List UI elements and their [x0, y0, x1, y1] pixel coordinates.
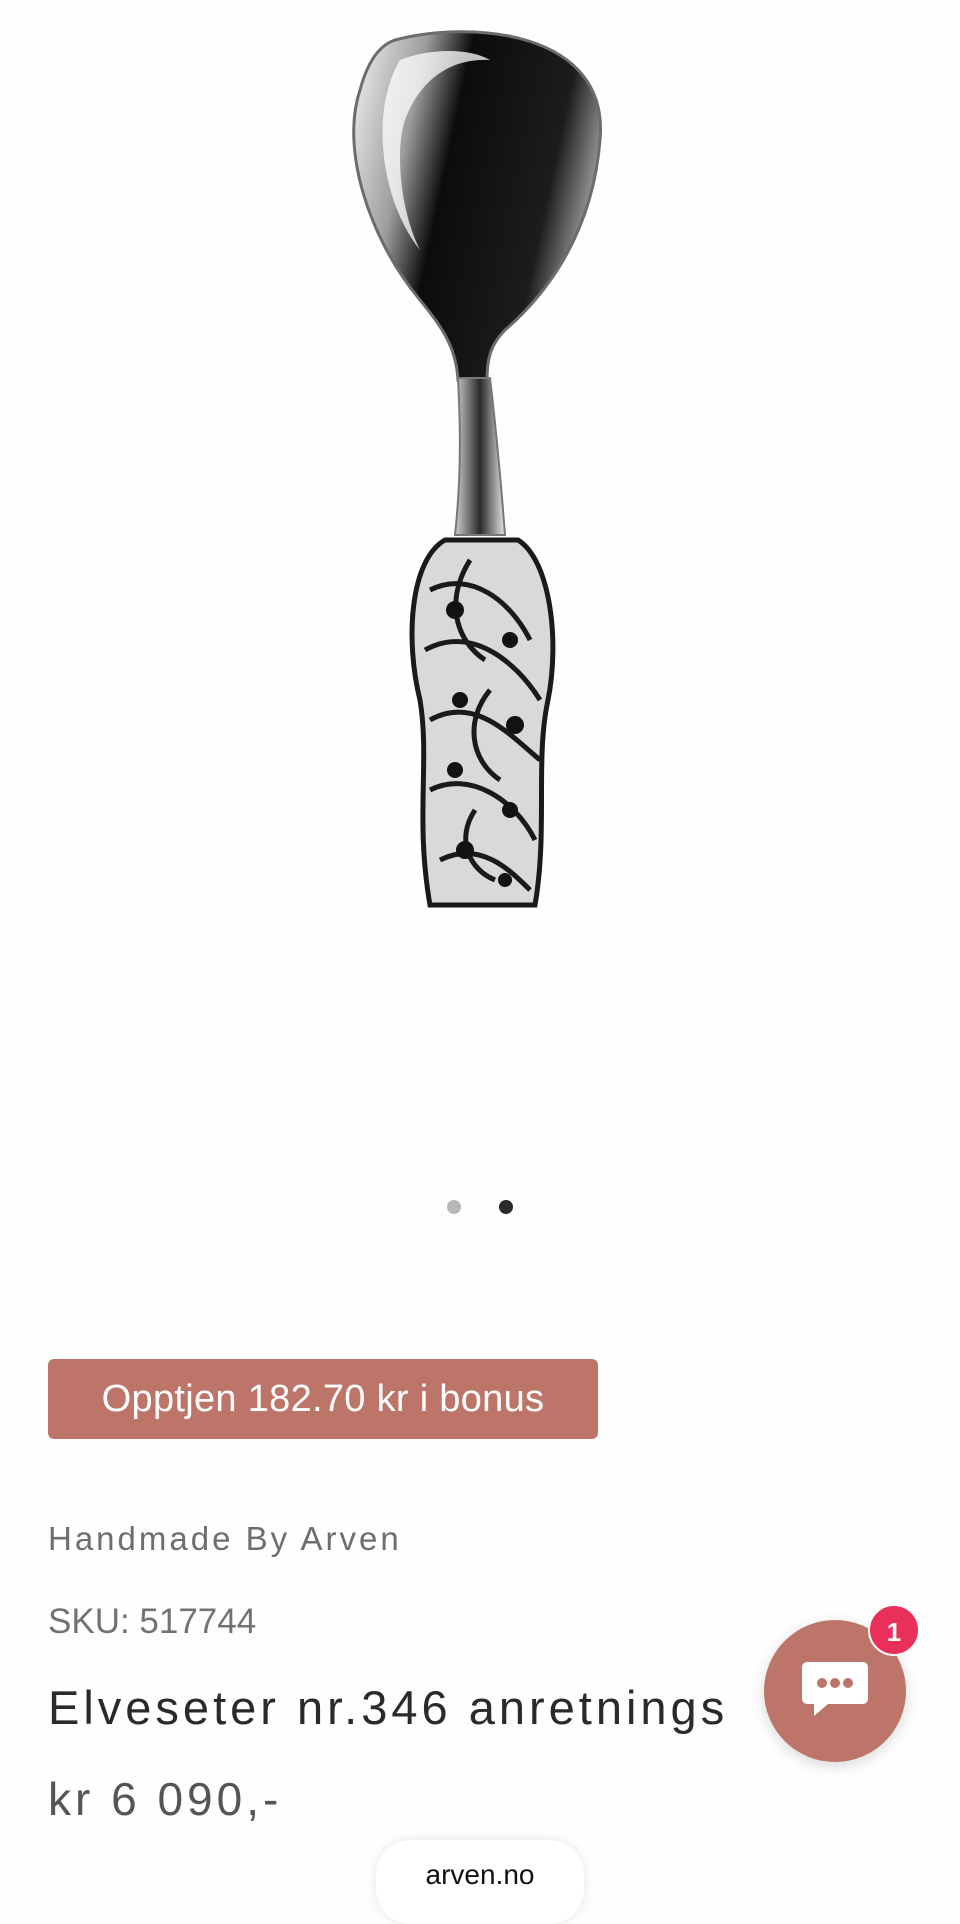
product-price: kr 6 090,- — [48, 1773, 283, 1825]
bonus-banner: Opptjen 182.70 kr i bonus — [48, 1359, 598, 1439]
gallery-dot-1[interactable] — [447, 1200, 461, 1214]
chat-notification-badge: 1 — [868, 1604, 920, 1656]
product-image[interactable] — [0, 0, 960, 1000]
product-sku: SKU: 517744 — [48, 1602, 257, 1641]
product-gallery[interactable] — [0, 0, 960, 1260]
product-vendor[interactable]: Handmade By Arven — [48, 1520, 402, 1558]
chat-bubble-icon — [802, 1662, 868, 1716]
product-title: Elveseter nr.346 anretnings — [48, 1681, 729, 1734]
gallery-pagination — [0, 1200, 960, 1214]
browser-url-bar[interactable]: arven.no — [376, 1840, 584, 1924]
gallery-dot-2[interactable] — [499, 1200, 513, 1214]
